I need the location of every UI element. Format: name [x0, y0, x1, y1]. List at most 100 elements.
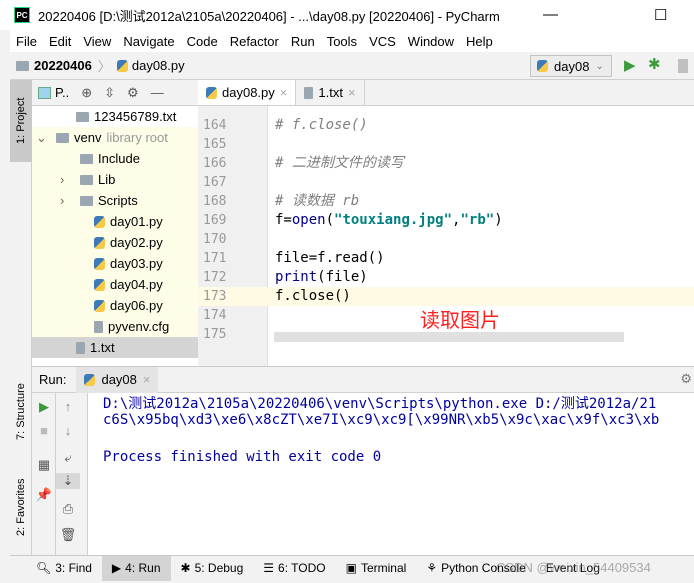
- tool-tab-favorites[interactable]: 2: Favorites: [10, 465, 32, 550]
- line-number: 170: [203, 232, 227, 247]
- breadcrumb-project[interactable]: 20220406: [34, 58, 92, 73]
- tree-item[interactable]: day02.py: [32, 232, 198, 253]
- python-icon: [537, 60, 548, 72]
- tool-find[interactable]: 🔍︎ 3: Find: [26, 556, 102, 581]
- pin-icon[interactable]: 📌: [32, 487, 56, 503]
- tool-todo[interactable]: ☰ 6: TODO: [253, 556, 335, 581]
- close-icon[interactable]: ×: [280, 85, 288, 100]
- tree-item-hint: library root: [106, 130, 168, 145]
- run-config-dropdown[interactable]: day08 ⌄: [530, 55, 612, 77]
- code-line: 166 # 二进制文件的读写: [198, 154, 694, 173]
- line-number: 172: [203, 270, 227, 285]
- scroll-to-end-icon[interactable]: ⇣: [56, 473, 80, 489]
- folder-icon: [76, 111, 89, 122]
- folder-icon: [80, 195, 93, 206]
- close-icon[interactable]: ×: [143, 372, 151, 387]
- search-icon: 🔍︎: [36, 561, 52, 575]
- tree-item[interactable]: day06.py: [32, 295, 198, 316]
- stop-icon[interactable]: [678, 59, 688, 73]
- tool-tab-structure[interactable]: 7: Structure: [10, 362, 32, 462]
- code-line: 171 file=f.read(): [198, 249, 694, 268]
- bug-icon: ✱: [180, 561, 191, 575]
- output-line: c6S\x95bq\xd3\xe6\x8cZT\xe7I\xc9\xc9[\x9…: [103, 412, 660, 428]
- tree-item-label: Include: [98, 151, 140, 166]
- close-icon[interactable]: ×: [348, 85, 356, 100]
- tree-item[interactable]: day03.py: [32, 253, 198, 274]
- menu-run[interactable]: Run: [291, 34, 315, 49]
- menu-help[interactable]: Help: [466, 34, 493, 49]
- output-line: Process finished with exit code 0: [103, 449, 382, 465]
- menu-tools[interactable]: Tools: [327, 34, 357, 49]
- minimize-button[interactable]: —: [543, 6, 558, 23]
- tree-item[interactable]: 1.txt: [32, 337, 198, 358]
- tab-day08-py[interactable]: day08.py ×: [198, 80, 297, 105]
- navigation-bar: 20220406 〉 day08.py day08 ⌄ ▶ ✱: [10, 52, 694, 80]
- title-bar: PC 20220406 [D:\测试2012a\2105a\20220406] …: [0, 0, 694, 30]
- tree-item-label: 1.txt: [90, 340, 115, 355]
- code-line: 164 # f.close(): [198, 116, 694, 135]
- trash-icon[interactable]: 🗑: [56, 527, 80, 543]
- run-tab-day08[interactable]: day08 ×: [76, 366, 159, 393]
- output-line: D:\测试2012a\2105a\20220406\venv\Scripts\p…: [103, 396, 657, 412]
- chevron-right-icon[interactable]: ›: [60, 172, 64, 187]
- breadcrumb-file[interactable]: day08.py: [132, 58, 185, 73]
- arrow-up-icon[interactable]: ↑: [56, 399, 80, 414]
- menu-window[interactable]: Window: [408, 34, 454, 49]
- rerun-icon[interactable]: ▶: [32, 399, 56, 415]
- menu-view[interactable]: View: [83, 34, 111, 49]
- python-file-icon: [94, 236, 105, 249]
- tree-item-label: pyvenv.cfg: [108, 319, 170, 334]
- python-file-icon: [206, 86, 217, 99]
- tree-item[interactable]: 123456789.txt: [32, 106, 198, 127]
- chevron-right-icon[interactable]: ›: [60, 193, 64, 208]
- maximize-button[interactable]: ☐: [654, 6, 667, 24]
- tree-item[interactable]: ⌄ venv library root: [32, 127, 198, 148]
- bottom-tool-bar: 🔍︎ 3: Find ▶ 4: Run ✱ 5: Debug ☰ 6: TODO ▣ Te…: [10, 555, 694, 581]
- project-view-dropdown[interactable]: P..: [55, 85, 69, 100]
- tree-item[interactable]: day01.py: [32, 211, 198, 232]
- text-file-icon: [94, 320, 103, 333]
- tool-debug[interactable]: ✱ 5: Debug: [171, 556, 254, 581]
- gear-icon[interactable]: ⚙: [680, 371, 692, 387]
- chevron-down-icon[interactable]: ⌄: [36, 130, 47, 146]
- soft-wrap-icon[interactable]: ⤶: [56, 450, 80, 466]
- code-line: 169 f=open("touxiang.jpg","rb"): [198, 211, 694, 230]
- menu-code[interactable]: Code: [187, 34, 218, 49]
- project-tree: 123456789.txt ⌄ venv library root Include › Li…: [32, 106, 198, 358]
- editor: day08.py × 1.txt × 164 # f.close() 165 166 # 二…: [198, 80, 694, 366]
- gear-icon[interactable]: ⚙: [127, 85, 139, 101]
- menu-file[interactable]: File: [16, 34, 37, 49]
- menu-edit[interactable]: Edit: [49, 34, 71, 49]
- window-title: 20220406 [D:\测试2012a\2105a\20220406] - .…: [38, 8, 500, 24]
- tree-item-label: day06.py: [110, 298, 163, 313]
- hide-icon[interactable]: —: [151, 85, 164, 100]
- tree-item[interactable]: day04.py: [32, 274, 198, 295]
- python-file-icon: [94, 299, 105, 312]
- tree-item-label: day02.py: [110, 235, 163, 250]
- arrow-down-icon[interactable]: ↓: [56, 423, 80, 438]
- collapse-all-icon[interactable]: ⇳: [104, 85, 115, 101]
- run-panel: Run: day08 × ⚙ ▶ ■ ▦ 📌 ↑ ↓ ⤶ ⇣ ⎙ 🗑 D:\测试…: [32, 366, 694, 556]
- stop-icon[interactable]: ■: [32, 423, 56, 438]
- menu-refactor[interactable]: Refactor: [230, 34, 279, 49]
- debug-icon[interactable]: ✱: [648, 55, 661, 73]
- menu-navigate[interactable]: Navigate: [123, 34, 174, 49]
- tree-item[interactable]: pyvenv.cfg: [32, 316, 198, 337]
- run-icon[interactable]: ▶: [624, 56, 636, 74]
- locate-icon[interactable]: ⊕: [81, 85, 92, 101]
- tab-1-txt[interactable]: 1.txt ×: [296, 80, 365, 105]
- print-icon[interactable]: ⎙: [56, 501, 80, 517]
- tool-run[interactable]: ▶ 4: Run: [101, 555, 171, 581]
- tree-item[interactable]: Include: [32, 148, 198, 169]
- menu-vcs[interactable]: VCS: [369, 34, 396, 49]
- text-file-icon: [304, 86, 314, 99]
- horizontal-scrollbar[interactable]: [274, 332, 624, 342]
- tool-terminal[interactable]: ▣ Terminal: [336, 556, 417, 581]
- code-text: f.close(): [275, 288, 351, 304]
- layout-icon[interactable]: ▦: [32, 457, 56, 473]
- tool-tab-project[interactable]: 1: Project: [10, 80, 32, 162]
- tree-item[interactable]: › Lib: [32, 169, 198, 190]
- tree-item-label: day01.py: [110, 214, 163, 229]
- python-icon: [84, 373, 96, 386]
- tree-item[interactable]: › Scripts: [32, 190, 198, 211]
